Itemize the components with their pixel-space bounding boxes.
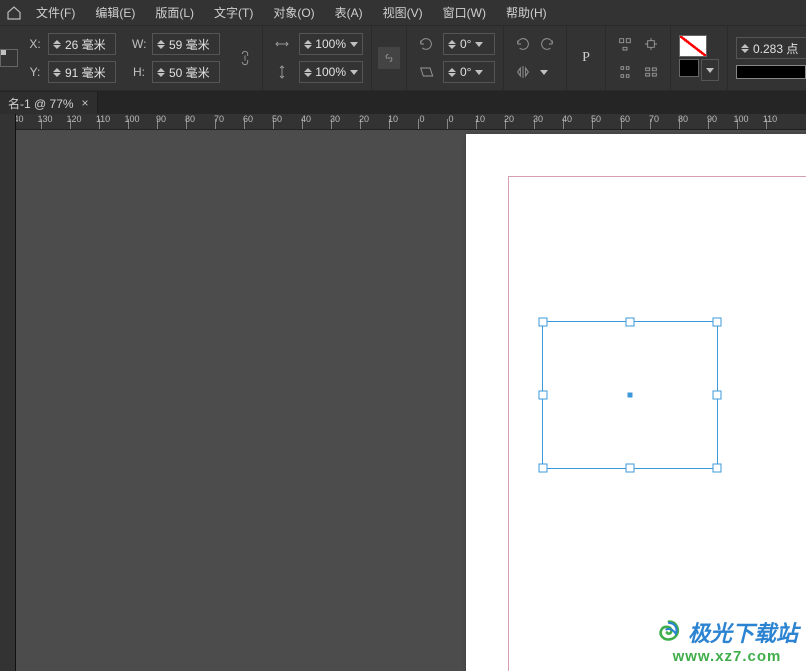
constrain-proportions-icon[interactable] — [234, 47, 256, 69]
scale-y-field[interactable]: 100% — [299, 61, 363, 83]
handle-bl[interactable] — [539, 464, 548, 473]
canvas[interactable] — [16, 130, 806, 671]
rotate-field[interactable]: 0° — [443, 33, 495, 55]
select-previous-icon[interactable] — [614, 61, 636, 83]
scale-x-icon — [271, 33, 293, 55]
shear-icon — [415, 61, 437, 83]
y-label: Y: — [28, 65, 42, 79]
watermark: 极光下载站 www.xz7.com — [656, 616, 798, 665]
rotate-value[interactable]: 0° — [460, 37, 471, 51]
fill-swatch[interactable] — [679, 35, 707, 57]
flip-horizontal-icon[interactable] — [512, 61, 534, 83]
handle-br[interactable] — [713, 464, 722, 473]
menu-object[interactable]: 对象(O) — [265, 0, 322, 25]
handle-center[interactable] — [628, 393, 633, 398]
flip-dropdown[interactable] — [536, 61, 552, 83]
y-value[interactable]: 91 毫米 — [65, 64, 106, 81]
stroke-swatch[interactable] — [679, 59, 699, 77]
link-scale-icon[interactable] — [378, 47, 400, 69]
scale-y-icon — [271, 61, 293, 83]
x-field[interactable]: 26 毫米 — [48, 33, 116, 55]
menu-file[interactable]: 文件(F) — [28, 0, 83, 25]
stroke-style-preview[interactable] — [736, 65, 806, 79]
swatch-dropdown[interactable] — [701, 59, 719, 81]
character-style-icon[interactable]: P — [575, 47, 597, 69]
rotate-ccw-icon[interactable] — [512, 33, 534, 55]
rotate-icon — [415, 33, 437, 55]
watermark-title: 极光下载站 — [688, 616, 798, 648]
menu-type[interactable]: 文字(T) — [206, 0, 261, 25]
w-field[interactable]: 59 毫米 — [152, 33, 220, 55]
scale-y-value[interactable]: 100% — [315, 65, 346, 79]
rotate-cw-icon[interactable] — [536, 33, 558, 55]
w-value[interactable]: 59 毫米 — [169, 36, 210, 53]
reference-point-picker[interactable] — [0, 49, 18, 67]
document-tab[interactable]: 名-1 @ 77% × — [0, 92, 98, 114]
scale-x-value[interactable]: 100% — [315, 37, 346, 51]
select-next-icon[interactable] — [640, 61, 662, 83]
h-value[interactable]: 50 毫米 — [169, 64, 210, 81]
h-label: H: — [132, 65, 146, 79]
menu-table[interactable]: 表(A) — [327, 0, 371, 25]
x-value[interactable]: 26 毫米 — [65, 36, 106, 53]
w-label: W: — [132, 37, 146, 51]
watermark-swirl-icon — [656, 619, 682, 645]
menu-bar: 文件(F) 编辑(E) 版面(L) 文字(T) 对象(O) 表(A) 视图(V)… — [0, 0, 806, 26]
stroke-weight-field[interactable]: 0.283 点 — [736, 37, 806, 59]
handle-bc[interactable] — [626, 464, 635, 473]
shear-field[interactable]: 0° — [443, 61, 495, 83]
handle-tc[interactable] — [626, 318, 635, 327]
handle-ml[interactable] — [539, 391, 548, 400]
page[interactable] — [466, 134, 806, 671]
menu-edit[interactable]: 编辑(E) — [87, 0, 143, 25]
horizontal-ruler[interactable]: 1401301201101009080706050403020100010203… — [16, 114, 806, 130]
stroke-weight-value[interactable]: 0.283 点 — [753, 40, 798, 57]
x-label: X: — [28, 37, 42, 51]
control-bar: X: 26 毫米 Y: 91 毫米 W: 59 毫米 H: — [0, 26, 806, 91]
close-tab-icon[interactable]: × — [82, 96, 89, 110]
menu-help[interactable]: 帮助(H) — [498, 0, 555, 25]
handle-tr[interactable] — [713, 318, 722, 327]
document-tab-bar: 名-1 @ 77% × — [0, 91, 806, 114]
shear-value[interactable]: 0° — [460, 65, 471, 79]
workspace: 1401301201101009080706050403020100010203… — [0, 114, 806, 671]
h-field[interactable]: 50 毫米 — [152, 61, 220, 83]
scale-x-field[interactable]: 100% — [299, 33, 363, 55]
menu-window[interactable]: 窗口(W) — [435, 0, 494, 25]
select-content-icon[interactable] — [640, 33, 662, 55]
document-tab-title: 名-1 @ 77% — [8, 95, 74, 112]
menu-layout[interactable]: 版面(L) — [147, 0, 202, 25]
watermark-url: www.xz7.com — [673, 648, 782, 665]
vertical-ruler[interactable] — [0, 114, 16, 671]
handle-tl[interactable] — [539, 318, 548, 327]
menu-view[interactable]: 视图(V) — [375, 0, 431, 25]
y-field[interactable]: 91 毫米 — [48, 61, 116, 83]
select-container-icon[interactable] — [614, 33, 636, 55]
selected-frame[interactable] — [542, 321, 718, 469]
app-home-icon[interactable] — [4, 3, 24, 23]
handle-mr[interactable] — [713, 391, 722, 400]
